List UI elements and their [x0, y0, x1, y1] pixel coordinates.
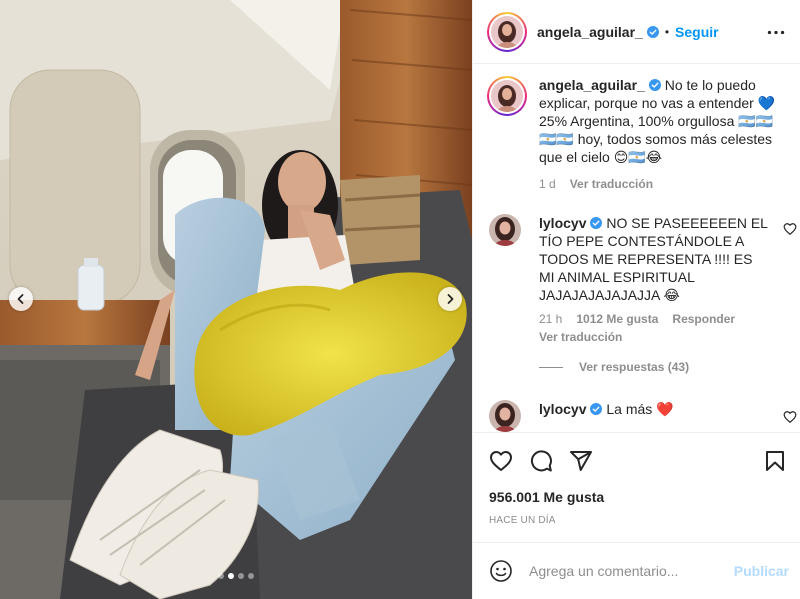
carousel-dot-active: [228, 573, 234, 579]
avatar-photo: [489, 214, 521, 246]
carousel-dot: [238, 573, 244, 579]
verified-badge-icon: [590, 403, 603, 415]
comment-likes[interactable]: 1012 Me gusta: [576, 312, 658, 326]
commenter-username[interactable]: lylocyv: [539, 215, 586, 231]
header-separator: •: [664, 24, 670, 39]
instagram-post-window: angela_aguilar_ • Seguir angela_aguilar_…: [0, 0, 800, 599]
emoji-smile-icon[interactable]: [489, 559, 513, 583]
chevron-right-icon: [447, 294, 454, 304]
commenter-username[interactable]: lylocyv: [539, 401, 586, 417]
carousel-indicator: [0, 573, 472, 579]
carousel-prev-button[interactable]: [9, 287, 33, 311]
post-sidebar: angela_aguilar_ • Seguir angela_aguilar_…: [472, 0, 800, 599]
avatar-photo: [491, 80, 523, 112]
comment-bubble-icon[interactable]: [529, 449, 553, 473]
caption-time[interactable]: 1 d: [539, 177, 556, 191]
more-options-button[interactable]: [765, 22, 787, 42]
view-replies-label: Ver respuestas (43): [579, 360, 690, 374]
replies-divider-line: [539, 366, 563, 368]
verified-badge-icon: [648, 79, 661, 91]
commenter-avatar[interactable]: [489, 214, 521, 246]
heart-outline-icon[interactable]: [783, 410, 797, 424]
bookmark-icon[interactable]: [763, 449, 787, 473]
comment-translate-link[interactable]: Ver traducción: [539, 330, 791, 344]
author-avatar[interactable]: [487, 11, 527, 52]
caption-author-username[interactable]: angela_aguilar_: [539, 77, 645, 93]
reply-button[interactable]: Responder: [672, 312, 735, 326]
comment-text: La más ❤️: [606, 401, 674, 417]
commenter-avatar[interactable]: [489, 400, 521, 432]
caption-author-avatar[interactable]: [487, 76, 527, 116]
heart-outline-icon[interactable]: [489, 449, 513, 473]
post-caption: angela_aguilar_ No te lo puedo explicar,…: [487, 76, 787, 191]
comment-time[interactable]: 21 h: [539, 312, 562, 326]
comment-meta: 21 h 1012 Me gusta Responder: [539, 312, 791, 326]
comment-item: lylocyv La más ❤️: [489, 400, 797, 432]
author-username[interactable]: angela_aguilar_: [537, 24, 643, 40]
caption-translate-link[interactable]: Ver traducción: [570, 177, 653, 191]
carousel-dot: [218, 573, 224, 579]
post-media[interactable]: [0, 0, 472, 599]
post-photo: [0, 0, 472, 599]
caption-body: angela_aguilar_ No te lo puedo explicar,…: [539, 76, 787, 166]
header-user: angela_aguilar_ • Seguir: [537, 24, 719, 40]
likes-count[interactable]: 956.001 Me gusta: [489, 489, 604, 505]
follow-button[interactable]: Seguir: [675, 24, 719, 40]
comments-list[interactable]: angela_aguilar_ No te lo puedo explicar,…: [473, 64, 800, 432]
post-header: angela_aguilar_ • Seguir: [473, 0, 800, 64]
heart-outline-icon[interactable]: [783, 222, 797, 236]
publish-button[interactable]: Publicar: [734, 563, 789, 579]
comment-body: lylocyv La más ❤️: [539, 400, 769, 418]
verified-badge-icon: [646, 25, 659, 38]
chevron-left-icon: [17, 294, 24, 304]
avatar-photo: [491, 15, 523, 48]
avatar-photo: [489, 400, 521, 432]
carousel-dot: [248, 573, 254, 579]
action-icons: [489, 449, 593, 473]
post-date[interactable]: HACE UN DÍA: [489, 515, 556, 526]
verified-badge-icon: [590, 217, 603, 229]
comment-input[interactable]: [529, 563, 719, 579]
view-replies-button[interactable]: Ver respuestas (43): [539, 360, 689, 374]
caption-meta: 1 d Ver traducción: [539, 177, 787, 191]
comment-item: lylocyv NO SE PASEEEEEEN EL TÍO PEPE CON…: [489, 214, 797, 344]
comment-body: lylocyv NO SE PASEEEEEEN EL TÍO PEPE CON…: [539, 214, 769, 304]
paper-plane-icon[interactable]: [569, 449, 593, 473]
comment-composer: Publicar: [473, 542, 800, 599]
post-actions: 956.001 Me gusta HACE UN DÍA: [473, 432, 800, 542]
carousel-next-button[interactable]: [438, 287, 462, 311]
more-horizontal-icon: [767, 30, 785, 34]
